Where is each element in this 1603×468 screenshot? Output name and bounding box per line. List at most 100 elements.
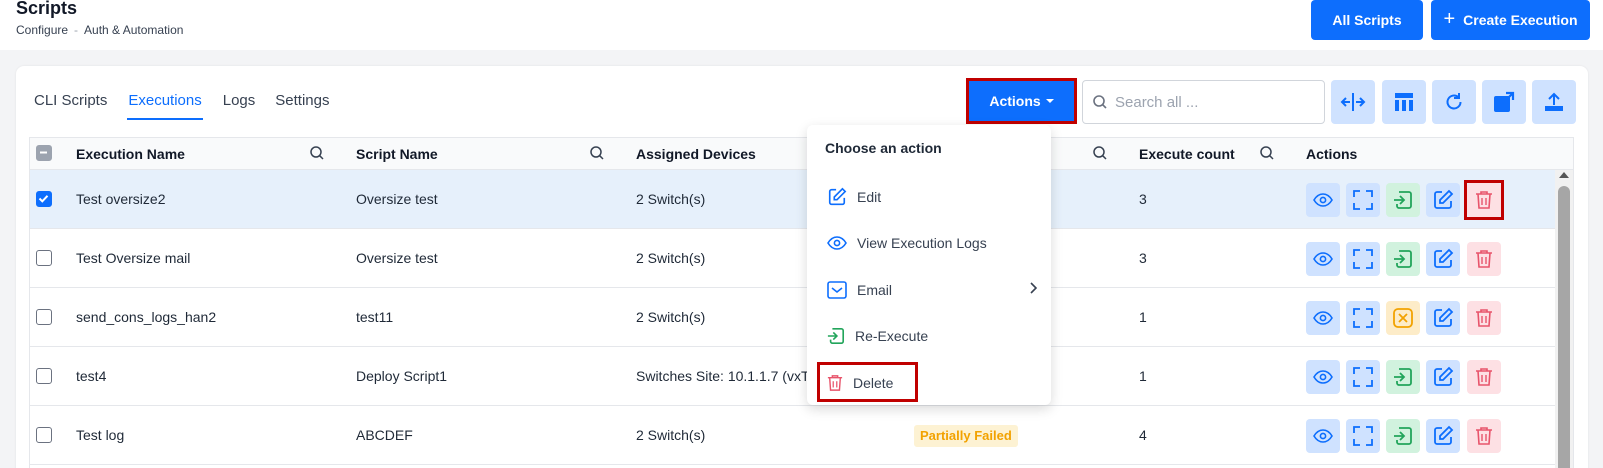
re-execute-button[interactable]	[1386, 360, 1420, 394]
menu-item-label: View Execution Logs	[857, 235, 987, 251]
row-checkbox[interactable]	[36, 250, 52, 266]
fullscreen-button[interactable]	[1346, 301, 1380, 335]
table-header: Execution Name Script Name Assigned Devi…	[30, 138, 1573, 170]
view-button[interactable]	[1306, 301, 1340, 335]
table-row[interactable]: Test Oversize mail Oversize test 2 Switc…	[30, 229, 1555, 288]
delete-button-highlight	[1464, 180, 1504, 220]
table-row[interactable]: Test oversize2 Oversize test 2 Switch(s)…	[30, 170, 1555, 229]
delete-button[interactable]	[1467, 301, 1501, 335]
tab-logs[interactable]: Logs	[223, 92, 256, 120]
view-button[interactable]	[1306, 242, 1340, 276]
re-execute-icon	[1394, 250, 1412, 268]
fullscreen-button[interactable]	[1346, 242, 1380, 276]
refresh-button[interactable]	[1432, 80, 1476, 124]
table-scrollbar[interactable]	[1555, 170, 1573, 468]
script-name-cell: ABCDEF	[356, 427, 413, 443]
re-execute-button[interactable]	[1386, 419, 1420, 453]
scroll-up-arrow-icon[interactable]	[1559, 172, 1569, 178]
column-header-execute-count[interactable]: Execute count	[1139, 138, 1235, 170]
menu-item-email[interactable]: Email	[827, 278, 1037, 302]
trash-icon	[1476, 427, 1492, 445]
view-button[interactable]	[1306, 419, 1340, 453]
fullscreen-icon	[1353, 249, 1373, 269]
execute-count-cell: 1	[1139, 368, 1147, 384]
scrollbar-thumb[interactable]	[1558, 186, 1570, 468]
table-row[interactable]: send_cons_logs_han2 test11 2 Switch(s) 1	[30, 288, 1555, 347]
edit-button[interactable]	[1426, 301, 1460, 335]
actions-button[interactable]: Actions	[969, 81, 1074, 121]
re-execute-button[interactable]	[1386, 183, 1420, 217]
fullscreen-button[interactable]	[1346, 183, 1380, 217]
assigned-devices-cell: Switches Site: 10.1.1.7 (vxTarg	[636, 368, 829, 384]
execute-count-cell: 4	[1139, 427, 1147, 443]
column-header-assigned-devices[interactable]: Assigned Devices	[636, 138, 756, 170]
view-button[interactable]	[1306, 360, 1340, 394]
tab-cli-scripts[interactable]: CLI Scripts	[34, 92, 107, 120]
column-header-script-name[interactable]: Script Name	[356, 138, 438, 170]
row-checkbox[interactable]	[36, 191, 52, 207]
row-checkbox[interactable]	[36, 427, 52, 443]
column-header-execution-name[interactable]: Execution Name	[76, 138, 185, 170]
column-header-actions: Actions	[1306, 146, 1358, 162]
edit-button[interactable]	[1426, 419, 1460, 453]
upload-icon	[1545, 92, 1563, 111]
breadcrumb-item-auth-automation[interactable]: Auth & Automation	[84, 23, 183, 37]
plus-icon: +	[1443, 8, 1456, 30]
menu-item-re-execute[interactable]: Re-Execute	[827, 324, 1037, 348]
fullscreen-icon	[1353, 308, 1373, 328]
column-layout-button[interactable]	[1382, 80, 1426, 124]
column-search-icon[interactable]	[1260, 146, 1274, 160]
edit-icon	[828, 187, 847, 206]
column-search-icon[interactable]	[1093, 146, 1107, 160]
edit-button[interactable]	[1426, 183, 1460, 217]
row-checkbox[interactable]	[36, 309, 52, 325]
fullscreen-icon	[1353, 190, 1373, 210]
tab-settings[interactable]: Settings	[275, 92, 329, 120]
assigned-devices-cell: 2 Switch(s)	[636, 191, 706, 207]
fullscreen-icon	[1353, 367, 1373, 387]
execute-count-cell: 3	[1139, 250, 1147, 266]
open-external-icon	[1494, 91, 1515, 112]
delete-button[interactable]	[1467, 419, 1501, 453]
breadcrumb-item-configure[interactable]: Configure	[16, 23, 68, 37]
fullscreen-button[interactable]	[1346, 360, 1380, 394]
table-row[interactable]: Test log ABCDEF 2 Switch(s) Partially Fa…	[30, 406, 1555, 465]
table-row[interactable]: test4 Deploy Script1 Switches Site: 10.1…	[30, 347, 1555, 406]
view-button[interactable]	[1306, 183, 1340, 217]
menu-item-edit[interactable]: Edit	[827, 185, 1037, 209]
trash-icon	[1476, 250, 1492, 268]
menu-item-view-execution-logs[interactable]: View Execution Logs	[827, 231, 1037, 255]
eye-icon	[827, 236, 847, 250]
open-external-button[interactable]	[1482, 80, 1526, 124]
column-search-icon[interactable]	[590, 146, 604, 160]
delete-button[interactable]	[1467, 242, 1501, 276]
execution-name-cell: test4	[76, 368, 107, 384]
execute-count-cell: 1	[1139, 309, 1147, 325]
column-search-icon[interactable]	[310, 146, 324, 160]
delete-button[interactable]	[1467, 360, 1501, 394]
create-execution-button[interactable]: + Create Execution	[1431, 0, 1590, 40]
fullscreen-button[interactable]	[1346, 419, 1380, 453]
edit-button[interactable]	[1426, 242, 1460, 276]
execution-name-cell: Test oversize2	[76, 191, 166, 207]
breadcrumb-separator: -	[74, 23, 79, 37]
row-checkbox[interactable]	[36, 368, 52, 384]
resize-columns-button[interactable]	[1331, 80, 1375, 124]
trash-icon	[1476, 368, 1492, 386]
eye-icon	[1313, 252, 1333, 266]
select-all-checkbox[interactable]	[36, 145, 52, 161]
tab-executions[interactable]: Executions	[127, 92, 203, 120]
chevron-right-icon	[1030, 282, 1037, 294]
edit-button[interactable]	[1426, 360, 1460, 394]
cancel-button[interactable]	[1386, 301, 1420, 335]
actions-button-highlight: Actions	[966, 78, 1077, 124]
edit-icon	[1434, 189, 1454, 209]
search-input[interactable]	[1115, 93, 1305, 111]
eye-icon	[1313, 429, 1333, 443]
status-badge: Partially Failed	[914, 425, 1018, 447]
create-execution-label: Create Execution	[1463, 12, 1578, 28]
upload-button[interactable]	[1532, 80, 1576, 124]
re-execute-button[interactable]	[1386, 242, 1420, 276]
delete-menu-item-highlight	[817, 362, 918, 402]
all-scripts-button[interactable]: All Scripts	[1311, 0, 1423, 40]
